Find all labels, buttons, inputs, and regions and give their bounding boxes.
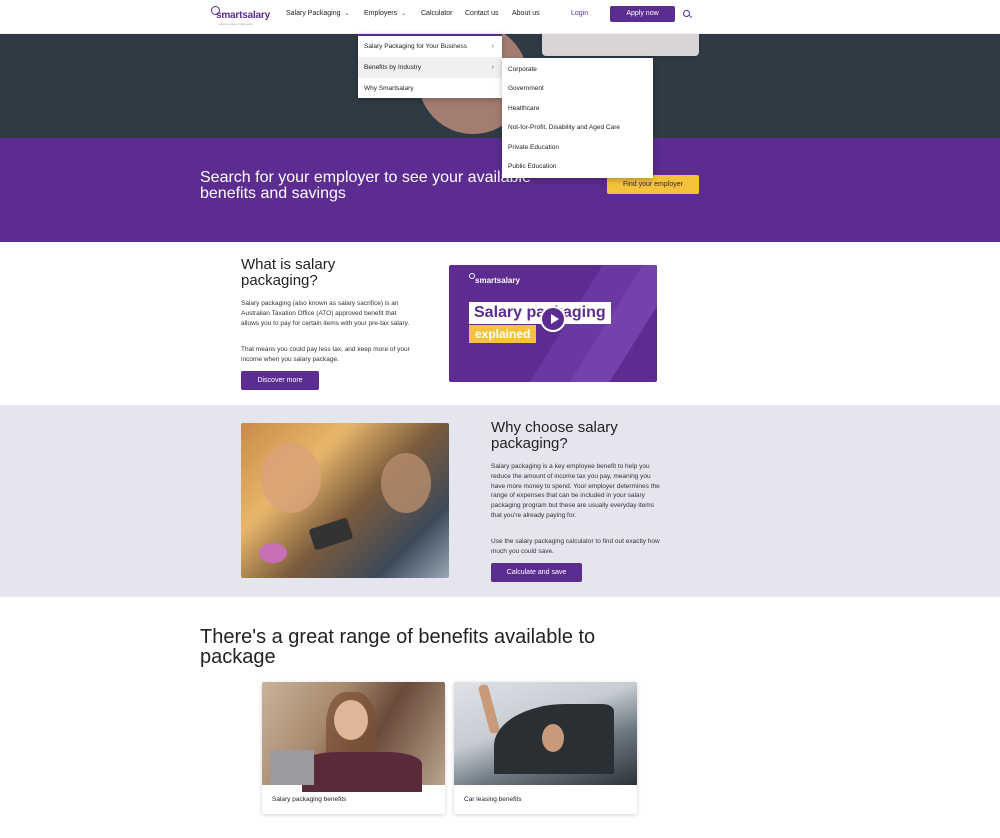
employers-dropdown: Salary Packaging for Your Business › Ben… — [358, 34, 502, 98]
logo-tagline: saving money made easy — [219, 22, 254, 26]
menu-item-label: Benefits by Industry — [364, 64, 422, 71]
login-link[interactable]: Login — [571, 10, 588, 17]
couple-payment-photo — [241, 423, 449, 578]
submenu-item-government[interactable]: Government — [508, 85, 544, 92]
why-choose-title: Why choose salary packaging? — [491, 419, 618, 452]
submenu-item-corporate[interactable]: Corporate — [508, 66, 537, 73]
nav-label: Employers — [364, 10, 398, 17]
nav-employers[interactable]: Employers ⌄ — [364, 10, 406, 17]
chevron-right-icon: › — [491, 43, 494, 50]
menu-item-label: Why Smartsalary — [364, 85, 414, 92]
video-title-line-2: explained — [469, 325, 537, 343]
industry-submenu: Corporate Government Healthcare Not-for-… — [502, 58, 653, 178]
video-logo: smartsalary — [475, 276, 520, 285]
nav-contact-us[interactable]: Contact us — [465, 10, 498, 17]
submenu-item-private-education[interactable]: Private Education — [508, 144, 559, 151]
chevron-down-icon: ⌄ — [344, 11, 350, 17]
submenu-item-public-education[interactable]: Public Education — [508, 163, 556, 170]
menu-item-why-smartsalary[interactable]: Why Smartsalary — [358, 78, 502, 99]
menu-item-salary-packaging-business[interactable]: Salary Packaging for Your Business › — [358, 36, 502, 57]
chevron-right-icon: › — [491, 64, 494, 71]
benefit-card-label: Car leasing benefits — [464, 796, 522, 803]
benefit-card-label: Salary packaging benefits — [272, 796, 347, 803]
why-choose-paragraph-2: Use the salary packaging calculator to f… — [491, 538, 660, 555]
nav-label: Salary Packaging — [286, 10, 341, 17]
smartsalary-logo[interactable]: smartsalary saving money made easy — [211, 6, 270, 26]
nav-salary-packaging[interactable]: Salary Packaging ⌄ — [286, 10, 350, 17]
nav-calculator[interactable]: Calculator — [421, 10, 453, 17]
menu-item-benefits-by-industry[interactable]: Benefits by Industry › — [358, 57, 502, 78]
benefit-card-image — [262, 682, 445, 792]
calculate-and-save-button[interactable]: Calculate and save — [491, 563, 582, 582]
nav-about-us[interactable]: About us — [512, 10, 540, 17]
benefit-card-salary-packaging[interactable]: Salary packaging benefits — [262, 682, 445, 814]
submenu-item-not-for-profit[interactable]: Not-for-Profit, Disability and Aged Care — [508, 124, 620, 131]
menu-item-label: Salary Packaging for Your Business — [364, 43, 467, 50]
video-player[interactable]: smartsalary Salary packaging explained — [449, 265, 657, 382]
benefit-card-image — [454, 682, 637, 785]
search-icon[interactable] — [683, 10, 690, 17]
what-is-title: What is salary packaging? — [241, 256, 336, 289]
discover-more-button[interactable]: Discover more — [241, 371, 319, 390]
what-is-paragraph-2: That means you could pay less tax, and k… — [241, 346, 410, 363]
what-is-paragraph-1: Salary packaging (also known as salary s… — [241, 300, 410, 327]
apply-now-button[interactable]: Apply now — [610, 6, 675, 22]
benefits-range-title: There's a great range of benefits availa… — [200, 626, 596, 668]
why-choose-paragraph-1: Salary packaging is a key employee benef… — [491, 463, 660, 519]
top-navigation: smartsalary saving money made easy Salar… — [0, 0, 1000, 34]
benefit-card-car-leasing[interactable]: Car leasing benefits — [454, 682, 637, 814]
play-icon[interactable] — [540, 306, 566, 332]
hero-card — [542, 34, 699, 56]
logo-text: smartsalary — [216, 10, 270, 21]
chevron-down-icon: ⌄ — [401, 11, 407, 17]
submenu-item-healthcare[interactable]: Healthcare — [508, 105, 539, 112]
